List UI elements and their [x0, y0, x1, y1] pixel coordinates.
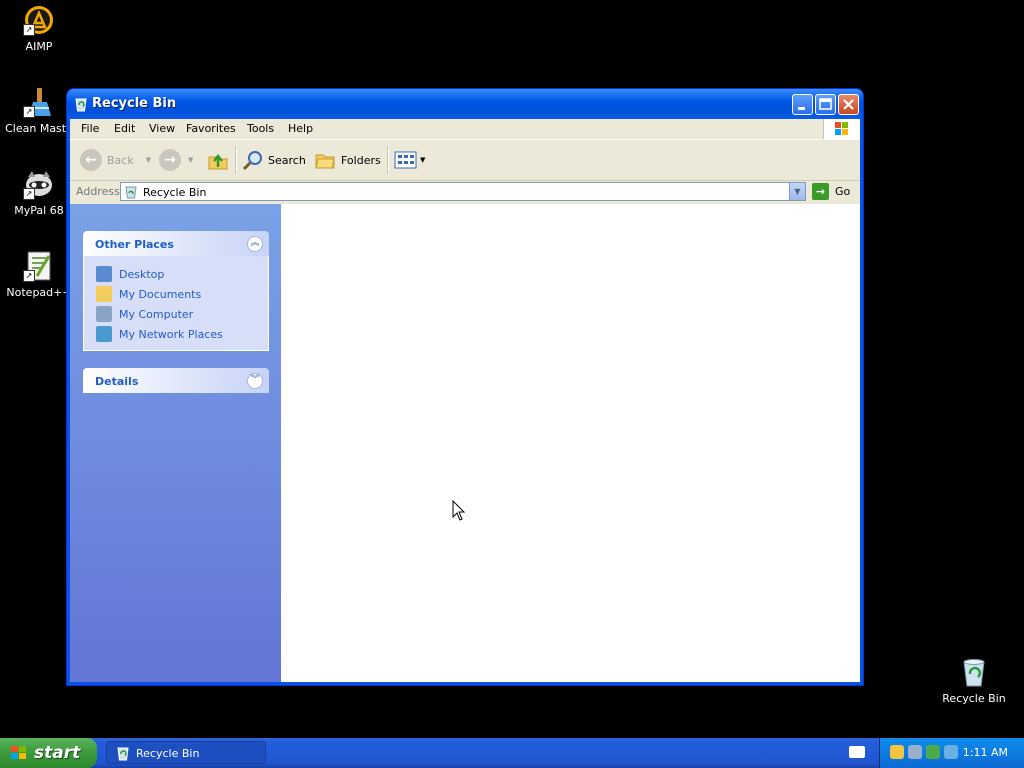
search-icon — [242, 151, 262, 171]
menu-help[interactable]: Help — [288, 122, 313, 135]
my-computer-icon — [96, 306, 112, 322]
chevron-down-icon: ▼ — [188, 156, 194, 164]
back-button[interactable]: ← Back ▼ — [80, 148, 151, 172]
other-places-title: Other Places — [95, 238, 174, 251]
taskbar-item-label: Recycle Bin — [136, 747, 200, 760]
up-folder-button[interactable] — [207, 148, 229, 172]
standard-toolbar: ← Back ▼ → ▼ Search Folders ▼ — [70, 140, 860, 181]
toolbar-separator — [387, 146, 389, 174]
details-header[interactable]: Details ︾ — [83, 368, 269, 393]
back-arrow-icon: ← — [80, 149, 102, 171]
notepad-plus-plus-icon: ↗ — [23, 250, 55, 282]
place-my-network-places-link[interactable]: My Network Places — [96, 324, 268, 344]
recycle-bin-icon — [124, 185, 138, 199]
maximize-button[interactable] — [815, 94, 836, 115]
folders-icon — [315, 154, 335, 169]
security-shield-icon[interactable] — [890, 745, 904, 759]
mouse-cursor-icon — [452, 499, 466, 525]
search-button[interactable]: Search — [242, 148, 306, 172]
menu-bar: File Edit View Favorites Tools Help — [70, 119, 860, 140]
system-tray: 1:11 AM — [879, 738, 1024, 768]
details-title: Details — [95, 375, 139, 388]
network-icon[interactable] — [908, 745, 922, 759]
update-icon[interactable] — [926, 745, 940, 759]
my-documents-icon — [96, 286, 112, 302]
recycle-bin-window: Recycle Bin File Edit View Favorites Too… — [66, 88, 864, 686]
explorer-body: Other Places ︽ Desktop My Documents My C… — [70, 204, 860, 682]
clean-master-tray-icon[interactable] — [944, 745, 958, 759]
desktop-icon-recycle-bin[interactable]: Recycle Bin — [936, 656, 1012, 705]
aimp-icon: ↗ — [23, 4, 55, 36]
views-button[interactable]: ▼ — [394, 148, 425, 172]
forward-arrow-icon: → — [159, 149, 181, 171]
minimize-button[interactable] — [792, 94, 813, 115]
other-places-header[interactable]: Other Places ︽ — [83, 231, 269, 256]
search-label: Search — [268, 153, 306, 167]
window-title: Recycle Bin — [92, 96, 177, 111]
task-pane: Other Places ︽ Desktop My Documents My C… — [70, 204, 281, 682]
go-label: Go — [835, 185, 851, 198]
address-bar: Address Recycle Bin ▼ → Go — [70, 181, 860, 203]
details-panel: Details ︾ — [83, 368, 269, 393]
desktop-icon — [96, 266, 112, 282]
window-client: File Edit View Favorites Tools Help ← Ba… — [70, 119, 860, 682]
taskbar: start Recycle Bin 1:11 AM — [0, 738, 1024, 768]
recycle-bin-icon — [958, 656, 990, 688]
menu-file[interactable]: File — [81, 122, 99, 135]
desktop-icon-label: Recycle Bin — [942, 692, 1006, 705]
title-bar[interactable]: Recycle Bin — [67, 89, 863, 119]
address-value: Recycle Bin — [143, 186, 207, 199]
views-icon — [394, 151, 417, 169]
close-button[interactable] — [838, 94, 859, 115]
chevron-down-icon: ▼ — [145, 156, 152, 164]
expand-icon[interactable]: ︾ — [247, 373, 263, 389]
address-field[interactable]: Recycle Bin ▼ — [120, 182, 806, 201]
place-label: Desktop — [119, 267, 165, 281]
desktop-icon-aimp[interactable]: ↗ AIMP — [1, 4, 77, 53]
go-button[interactable]: → Go — [812, 183, 850, 200]
chevron-down-icon: ▼ — [420, 156, 426, 164]
file-list-area[interactable] — [281, 204, 860, 682]
start-button[interactable]: start — [0, 738, 97, 768]
toolbar-separator — [235, 146, 237, 174]
collapse-icon[interactable]: ︽ — [247, 236, 263, 252]
clock[interactable]: 1:11 AM — [963, 746, 1008, 759]
back-label: Back — [107, 153, 134, 167]
desktop-icon-label: AIMP — [25, 40, 53, 53]
forward-button[interactable]: → ▼ — [159, 148, 193, 172]
folders-button[interactable]: Folders — [314, 148, 381, 172]
chevron-down-icon[interactable]: ▼ — [789, 183, 805, 200]
place-my-documents-link[interactable]: My Documents — [96, 284, 268, 304]
place-desktop-link[interactable]: Desktop — [96, 264, 268, 284]
clean-master-icon: ↗ — [23, 86, 55, 118]
place-label: My Documents — [119, 287, 202, 301]
menu-edit[interactable]: Edit — [114, 122, 135, 135]
mypal-icon: ↗ — [23, 168, 55, 200]
taskbar-item-recycle-bin[interactable]: Recycle Bin — [106, 741, 266, 764]
menu-tools[interactable]: Tools — [247, 122, 274, 135]
start-label: start — [34, 743, 81, 763]
windows-logo-icon — [823, 119, 860, 139]
other-places-panel: Other Places ︽ Desktop My Documents My C… — [83, 231, 269, 351]
menu-view[interactable]: View — [149, 122, 175, 135]
place-label: My Network Places — [119, 327, 223, 341]
network-places-icon — [96, 326, 112, 342]
place-label: My Computer — [119, 307, 194, 321]
menu-favorites[interactable]: Favorites — [186, 122, 236, 135]
go-arrow-icon: → — [812, 183, 829, 200]
other-places-body: Desktop My Documents My Computer My Netw… — [83, 256, 269, 351]
recycle-bin-icon — [73, 96, 89, 112]
keyboard-icon[interactable] — [849, 746, 865, 758]
folders-label: Folders — [341, 153, 381, 167]
place-my-computer-link[interactable]: My Computer — [96, 304, 268, 324]
recycle-bin-icon — [115, 745, 131, 761]
address-label: Address — [76, 185, 120, 198]
windows-flag-icon — [10, 745, 28, 761]
up-folder-icon — [208, 153, 228, 170]
